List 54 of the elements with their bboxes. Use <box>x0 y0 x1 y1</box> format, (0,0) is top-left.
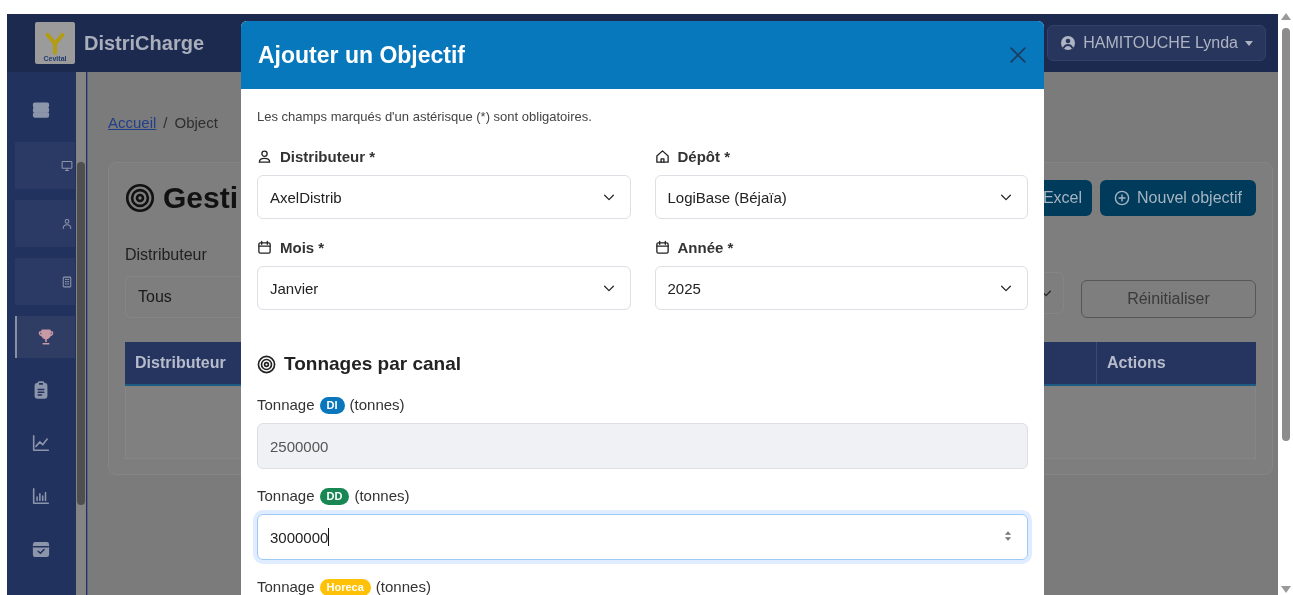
calendar-check-icon <box>32 540 50 558</box>
breadcrumb-separator: / <box>163 113 168 131</box>
channel-tag: Horeca <box>319 578 371 595</box>
target-icon <box>257 354 276 374</box>
building-icon <box>61 275 73 288</box>
field-label: Dépôt * <box>677 147 730 165</box>
sidebar-item[interactable] <box>15 258 75 305</box>
sidebar-item[interactable] <box>15 316 75 358</box>
logo-icon <box>43 31 67 55</box>
calendar-icon <box>257 239 272 255</box>
select-field[interactable]: LogiBase (Béjaïa) <box>654 175 1028 219</box>
field-label: Tonnage <box>257 488 315 504</box>
person-icon <box>61 217 73 230</box>
required-note: Les champs marqués d'un astérisque (*) sont obligatoires. <box>257 109 593 123</box>
filter-label: Distributeur <box>125 246 208 265</box>
channel-tag: DI <box>319 396 345 414</box>
plus-circle-icon <box>1114 190 1131 206</box>
field-label: Année * <box>677 238 734 256</box>
modal-title: Ajouter un Objectif <box>258 41 465 69</box>
text-cursor <box>328 528 330 546</box>
caret-icon <box>1245 40 1253 46</box>
unit-label: (tonnes) <box>349 397 405 413</box>
person-icon <box>257 148 272 164</box>
select-field[interactable]: AxelDistrib <box>257 175 631 219</box>
unit-label: (tonnes) <box>354 488 410 504</box>
select-field[interactable]: Janvier <box>257 266 631 310</box>
user-circle-icon <box>1060 35 1077 51</box>
close-button[interactable] <box>1008 45 1028 65</box>
column-header: Distributeur <box>134 353 227 373</box>
new-objective-button[interactable]: Nouvel objectif <box>1100 180 1256 216</box>
section-title: Tonnages par canal <box>284 353 462 375</box>
line-chart-icon <box>32 434 50 452</box>
breadcrumb-current: Object <box>174 113 218 131</box>
close-icon <box>1008 45 1028 65</box>
monitor-icon <box>61 159 73 172</box>
select-field[interactable]: 2025 <box>654 266 1028 310</box>
server-icon <box>32 101 50 119</box>
column-header: Actions <box>1096 342 1256 384</box>
house-icon <box>654 148 670 164</box>
channel-tag: DD <box>319 487 350 505</box>
field-label: Tonnage <box>257 579 315 595</box>
clipboard-icon <box>32 381 50 399</box>
sidebar-scrollbar[interactable] <box>76 72 86 595</box>
user-menu-button[interactable]: HAMITOUCHE Lynda <box>1047 25 1266 61</box>
brand-name: DistriCharge <box>84 31 205 55</box>
unit-label: (tonnes) <box>375 579 431 595</box>
calendar-icon <box>654 239 670 255</box>
field-label: Tonnage <box>257 397 315 413</box>
target-icon <box>125 183 155 213</box>
bar-chart-icon <box>32 487 50 505</box>
page-title: Gesti <box>163 181 239 215</box>
field-label: Distributeur * <box>280 147 375 165</box>
field-label: Mois * <box>280 238 325 256</box>
trophy-icon <box>37 328 55 346</box>
